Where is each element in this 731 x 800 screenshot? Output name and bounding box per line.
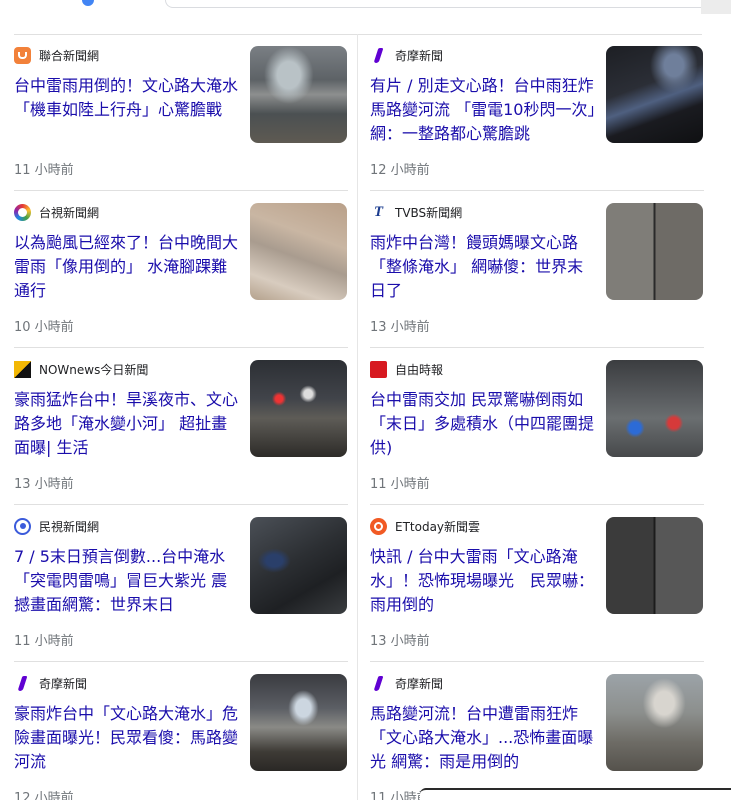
source-name: NOWnews今日新聞 bbox=[39, 362, 149, 377]
news-source: 奇摩新聞 bbox=[370, 674, 443, 692]
source-name: 自由時報 bbox=[395, 362, 444, 377]
top-corner-shade bbox=[701, 0, 731, 14]
news-source: NOWnews今日新聞 bbox=[14, 360, 148, 378]
news-thumbnail[interactable] bbox=[250, 360, 347, 457]
news-thumbnail[interactable] bbox=[250, 517, 347, 614]
news-headline-link[interactable]: 7 / 5末日預言倒數...台中淹水「突電閃雷鳴」冒巨大紫光 震撼畫面網驚：世界… bbox=[14, 545, 242, 617]
ltn-logo-icon bbox=[370, 360, 387, 378]
news-thumbnail[interactable] bbox=[250, 203, 347, 300]
news-card[interactable]: 民視新聞網 7 / 5末日預言倒數...台中淹水「突電閃雷鳴」冒巨大紫光 震撼畫… bbox=[14, 505, 348, 662]
news-thumbnail[interactable] bbox=[606, 674, 703, 771]
news-headline-link[interactable]: 雨炸中台灣！饅頭媽曝文心路「整條淹水」 網嚇傻：世界末日了 bbox=[370, 231, 598, 303]
news-card[interactable]: ETtoday新聞雲 快訊 / 台中大雷雨「文心路淹水」！恐怖現場曝光 民眾嚇：… bbox=[370, 505, 704, 662]
news-source: 台視新聞網 bbox=[14, 203, 99, 221]
ttv-logo-icon bbox=[14, 203, 31, 221]
news-headline-link[interactable]: 以為颱風已經來了！台中晚間大雷雨「像用倒的」 水淹腳踝難通行 bbox=[14, 231, 242, 303]
tvbs-logo-icon: T bbox=[373, 203, 384, 220]
yahoo-logo-icon bbox=[370, 675, 387, 692]
news-source: ETtoday新聞雲 bbox=[370, 517, 480, 535]
news-card[interactable]: 聯合新聞網 台中雷雨用倒的！文心路大淹水「機車如陸上行舟」心驚膽戰 11 小時前 bbox=[14, 34, 348, 191]
news-card[interactable]: 奇摩新聞 豪雨炸台中「文心路大淹水」危險畫面曝光！民眾看傻：馬路變河流 12 小… bbox=[14, 662, 348, 800]
source-name: ETtoday新聞雲 bbox=[395, 519, 481, 534]
news-headline-link[interactable]: 台中雷雨交加 民眾驚嚇倒雨如「末日」多處積水（中四罷團提供) bbox=[370, 388, 598, 460]
news-timestamp: 12 小時前 bbox=[370, 163, 430, 178]
source-name: 聯合新聞網 bbox=[39, 48, 100, 63]
news-thumbnail[interactable] bbox=[606, 203, 703, 300]
news-source: 民視新聞網 bbox=[14, 517, 99, 535]
column-divider bbox=[357, 34, 358, 800]
news-headline-link[interactable]: 快訊 / 台中大雷雨「文心路淹水」！恐怖現場曝光 民眾嚇：雨用倒的 bbox=[370, 545, 598, 617]
news-timestamp: 12 小時前 bbox=[14, 791, 74, 800]
source-name: 台視新聞網 bbox=[39, 205, 100, 220]
source-name: 奇摩新聞 bbox=[39, 676, 88, 691]
news-timestamp: 11 小時前 bbox=[14, 163, 74, 178]
news-timestamp: 13 小時前 bbox=[14, 477, 74, 492]
browser-top-edge bbox=[0, 0, 731, 14]
news-headline-link[interactable]: 豪雨猛炸台中！旱溪夜市、文心路多地「淹水變小河」 超扯畫面曝| 生活 bbox=[14, 388, 242, 460]
news-timestamp: 11 小時前 bbox=[370, 477, 430, 492]
news-source: 聯合新聞網 bbox=[14, 46, 99, 64]
source-name: 民視新聞網 bbox=[39, 519, 100, 534]
news-column-left: 聯合新聞網 台中雷雨用倒的！文心路大淹水「機車如陸上行舟」心驚膽戰 11 小時前… bbox=[14, 34, 348, 800]
source-name: TVBS新聞網 bbox=[395, 205, 463, 220]
udn-logo-icon bbox=[14, 46, 31, 64]
news-thumbnail[interactable] bbox=[606, 46, 703, 143]
news-card[interactable]: NOWnews今日新聞 豪雨猛炸台中！旱溪夜市、文心路多地「淹水變小河」 超扯畫… bbox=[14, 348, 348, 505]
news-card[interactable]: 奇摩新聞 馬路變河流！台中遭雷雨狂炸「文心路大淹水」...恐怖畫面曝光 網驚：雨… bbox=[370, 662, 704, 800]
news-headline-link[interactable]: 台中雷雨用倒的！文心路大淹水「機車如陸上行舟」心驚膽戰 bbox=[14, 74, 242, 122]
news-timestamp: 13 小時前 bbox=[370, 634, 430, 649]
ettoday-logo-icon bbox=[370, 517, 387, 535]
ftv-logo-icon bbox=[14, 517, 31, 535]
search-bar-edge[interactable] bbox=[165, 0, 731, 8]
news-card[interactable]: 奇摩新聞 有片 / 別走文心路！台中雨狂炸馬路變河流 「雷電10秒閃一次」網：一… bbox=[370, 34, 704, 191]
news-thumbnail[interactable] bbox=[606, 360, 703, 457]
source-name: 奇摩新聞 bbox=[395, 676, 444, 691]
news-headline-link[interactable]: 豪雨炸台中「文心路大淹水」危險畫面曝光！民眾看傻：馬路變河流 bbox=[14, 702, 242, 774]
source-name: 奇摩新聞 bbox=[395, 48, 444, 63]
news-headline-link[interactable]: 有片 / 別走文心路！台中雨狂炸馬路變河流 「雷電10秒閃一次」網：一整路都心驚… bbox=[370, 74, 598, 146]
news-thumbnail[interactable] bbox=[606, 517, 703, 614]
news-timestamp: 13 小時前 bbox=[370, 320, 430, 335]
news-thumbnail[interactable] bbox=[250, 674, 347, 771]
bottom-sheet-edge bbox=[420, 788, 731, 800]
news-card[interactable]: 台視新聞網 以為颱風已經來了！台中晚間大雷雨「像用倒的」 水淹腳踝難通行 10 … bbox=[14, 191, 348, 348]
news-source: 自由時報 bbox=[370, 360, 443, 378]
nownews-logo-icon bbox=[14, 360, 31, 378]
news-source: T TVBS新聞網 bbox=[370, 203, 462, 221]
news-timestamp: 11 小時前 bbox=[14, 634, 74, 649]
news-card[interactable]: 自由時報 台中雷雨交加 民眾驚嚇倒雨如「末日」多處積水（中四罷團提供) 11 小… bbox=[370, 348, 704, 505]
yahoo-logo-icon bbox=[14, 675, 31, 692]
news-column-right: 奇摩新聞 有片 / 別走文心路！台中雨狂炸馬路變河流 「雷電10秒閃一次」網：一… bbox=[370, 34, 704, 800]
yahoo-logo-icon bbox=[370, 47, 387, 64]
news-thumbnail[interactable] bbox=[250, 46, 347, 143]
news-timestamp: 10 小時前 bbox=[14, 320, 74, 335]
news-source: 奇摩新聞 bbox=[14, 674, 87, 692]
news-card[interactable]: T TVBS新聞網 雨炸中台灣！饅頭媽曝文心路「整條淹水」 網嚇傻：世界末日了 … bbox=[370, 191, 704, 348]
google-logo-fragment bbox=[82, 0, 94, 6]
news-headline-link[interactable]: 馬路變河流！台中遭雷雨狂炸「文心路大淹水」...恐怖畫面曝光 網驚：雨是用倒的 bbox=[370, 702, 598, 774]
news-source: 奇摩新聞 bbox=[370, 46, 443, 64]
